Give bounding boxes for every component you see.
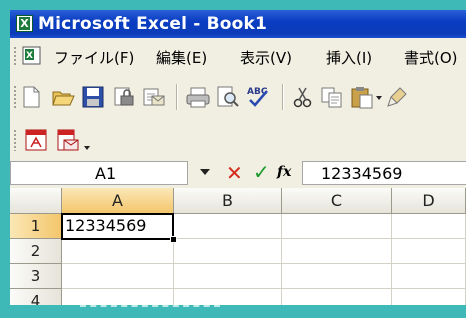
name-box-dropdown-icon[interactable]: [200, 169, 210, 175]
insert-function-button[interactable]: fx: [277, 164, 291, 180]
cell-c1[interactable]: [282, 214, 392, 239]
menu-edit[interactable]: 編集(E): [156, 47, 207, 68]
pdf-email-icon[interactable]: [56, 128, 80, 152]
excel-app-icon[interactable]: X: [16, 15, 33, 32]
email-icon[interactable]: [142, 86, 166, 108]
menu-format[interactable]: 書式(O): [404, 47, 458, 68]
name-box[interactable]: A1: [10, 161, 188, 185]
cell-d3[interactable]: [392, 264, 466, 289]
active-cell-border: [61, 213, 174, 240]
column-header-b[interactable]: B: [174, 188, 282, 214]
row-header-1[interactable]: 1: [10, 214, 62, 239]
menubar-grip[interactable]: [13, 46, 17, 66]
cell-d1[interactable]: [392, 214, 466, 239]
save-icon[interactable]: [82, 86, 104, 108]
cell-c2[interactable]: [282, 239, 392, 264]
spelling-icon[interactable]: ABC: [246, 84, 272, 108]
copy-icon[interactable]: [320, 86, 344, 108]
formula-bar: A1 ✕ ✓ fx 12334569: [10, 160, 466, 187]
formula-content: 12334569: [321, 164, 403, 183]
cut-icon[interactable]: [292, 86, 314, 108]
cell-a3[interactable]: [62, 264, 174, 289]
toolbar-grip[interactable]: [13, 85, 17, 109]
menu-insert[interactable]: 挿入(I): [326, 47, 372, 68]
column-header-d[interactable]: D: [392, 188, 466, 214]
excel-window: X Microsoft Excel - Book1 X ファイル(F) 編集(E…: [10, 10, 466, 318]
enter-icon[interactable]: ✓: [253, 160, 270, 184]
row-header-3[interactable]: 3: [10, 264, 62, 289]
column-header-a[interactable]: A: [62, 188, 174, 214]
open-icon[interactable]: [52, 87, 76, 107]
formula-input[interactable]: 12334569: [302, 161, 466, 185]
cell-a2[interactable]: [62, 239, 174, 264]
paste-icon[interactable]: [350, 85, 374, 109]
menu-bar: X ファイル(F) 編集(E) 表示(V) 挿入(I) 書式(O): [10, 38, 466, 74]
menu-view[interactable]: 表示(V): [240, 47, 292, 68]
dropdown-icon[interactable]: [84, 146, 90, 150]
format-painter-icon[interactable]: [386, 85, 410, 109]
cell-b3[interactable]: [174, 264, 282, 289]
cell-b1[interactable]: [174, 214, 282, 239]
title-bar[interactable]: X Microsoft Excel - Book1: [10, 10, 466, 38]
worksheet-grid: A B C D 1 2 3 4 12334569: [10, 188, 466, 318]
print-preview-icon[interactable]: [216, 86, 240, 108]
cell-d2[interactable]: [392, 239, 466, 264]
row-header-2[interactable]: 2: [10, 239, 62, 264]
menu-file[interactable]: ファイル(F): [54, 47, 134, 68]
select-all-button[interactable]: [10, 188, 62, 214]
background-band: [0, 305, 466, 318]
workbook-icon[interactable]: X: [22, 46, 41, 65]
window-title: Microsoft Excel - Book1: [38, 14, 268, 34]
fill-handle[interactable]: [170, 236, 177, 243]
permission-icon[interactable]: [112, 86, 136, 108]
pdf-toolbar: [10, 120, 466, 160]
cancel-icon[interactable]: ✕: [226, 161, 243, 185]
toolbar-grip[interactable]: [13, 129, 17, 151]
name-box-value: A1: [95, 164, 117, 183]
toolbar-separator: [176, 84, 178, 110]
standard-toolbar: ABC: [10, 74, 466, 120]
toolbar-separator: [282, 84, 284, 110]
print-icon[interactable]: [186, 86, 210, 108]
svg-text:X: X: [26, 51, 33, 61]
pdf-create-icon[interactable]: [24, 128, 48, 152]
cell-c3[interactable]: [282, 264, 392, 289]
paste-dropdown-icon[interactable]: [376, 96, 382, 100]
new-icon[interactable]: [22, 86, 40, 108]
column-header-c[interactable]: C: [282, 188, 392, 214]
cell-b2[interactable]: [174, 239, 282, 264]
